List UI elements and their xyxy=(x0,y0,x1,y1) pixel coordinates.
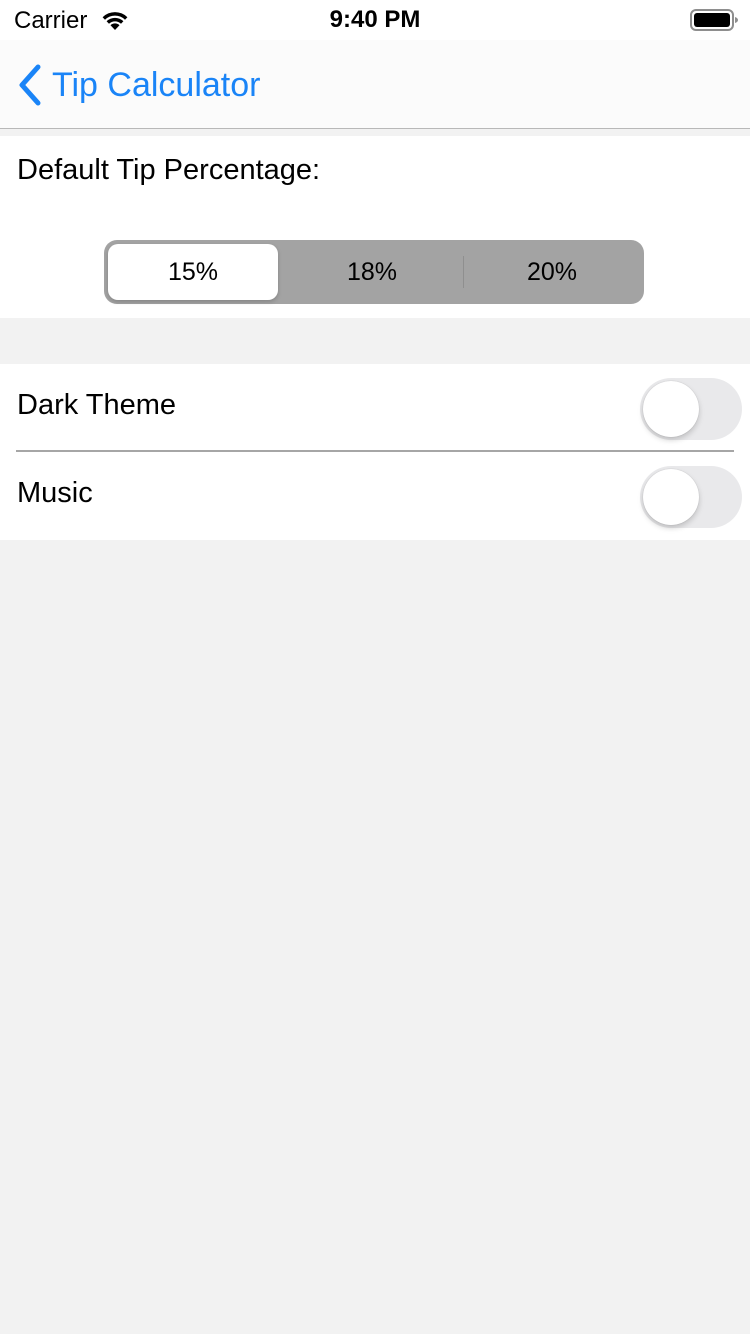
switch-knob xyxy=(643,469,699,525)
back-button-label: Tip Calculator xyxy=(52,65,261,104)
settings-toggles: Dark Theme Music xyxy=(0,364,750,540)
dark-theme-label: Dark Theme xyxy=(17,389,177,421)
tip-segmented-control[interactable]: 15% 18% 20% xyxy=(104,240,644,304)
status-bar: Carrier 9:40 PM xyxy=(0,0,750,40)
music-switch[interactable] xyxy=(640,466,742,528)
default-tip-label: Default Tip Percentage: xyxy=(17,154,321,186)
navigation-bar: Tip Calculator xyxy=(0,40,750,129)
dark-theme-switch[interactable] xyxy=(640,378,742,440)
dark-theme-row: Dark Theme xyxy=(0,364,750,452)
chevron-left-icon xyxy=(19,64,41,106)
music-row: Music xyxy=(0,452,750,540)
clock: 9:40 PM xyxy=(329,6,421,33)
tip-percentage-section: Default Tip Percentage: 15% 18% 20% xyxy=(0,136,750,318)
tip-segment-15[interactable]: 15% xyxy=(108,244,278,300)
music-label: Music xyxy=(17,477,93,509)
tip-segment-18[interactable]: 18% xyxy=(282,244,462,300)
back-button[interactable]: Tip Calculator xyxy=(16,62,260,108)
switch-knob xyxy=(643,381,699,437)
battery-icon xyxy=(690,9,738,31)
tip-segment-20[interactable]: 20% xyxy=(464,244,640,300)
